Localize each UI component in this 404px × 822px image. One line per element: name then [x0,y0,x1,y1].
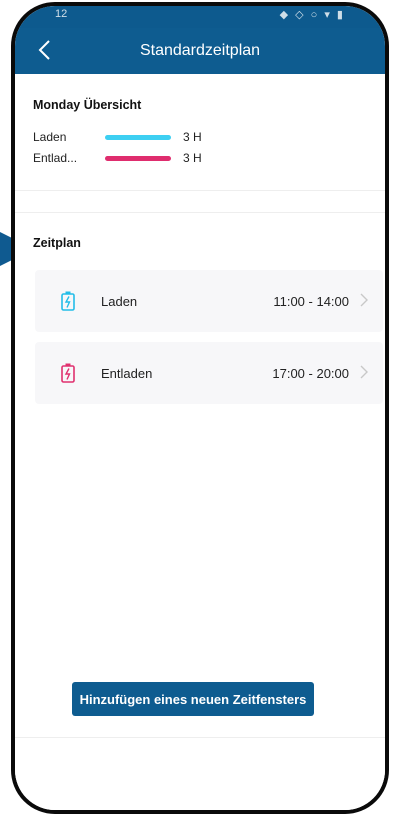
battery-charge-icon [61,291,75,311]
divider [15,190,385,191]
status-icons: ◆ ◇ ○ ▾ ▮ [279,9,345,21]
chevron-right-icon [359,293,369,307]
schedule-item-label: Entladen [101,366,153,381]
add-time-window-button[interactable]: Hinzufügen eines neuen Zeitfensters [72,682,314,716]
overview-title: Monday Übersicht [33,98,142,112]
overview-label: Entlad... [33,151,78,165]
schedule-title: Zeitplan [33,236,81,250]
schedule-item-time: 17:00 - 20:00 [272,366,349,381]
daily-overview: Monday Übersicht Laden 3 H Entlad... 3 H [15,74,385,190]
chevron-right-icon [359,365,369,379]
overview-label: Laden [33,130,67,144]
schedule-item-laden[interactable]: Laden 11:00 - 14:00 [35,270,383,332]
overview-value: 3 H [183,151,202,165]
schedule-item-entladen[interactable]: Entladen 17:00 - 20:00 [35,342,383,404]
footer-divider [15,737,385,738]
overview-value: 3 H [183,130,202,144]
app-bar: Standardzeitplan [15,28,385,74]
schedule-item-time: 11:00 - 14:00 [273,294,349,309]
charge-bar [105,135,171,140]
battery-discharge-icon [61,363,75,383]
status-bar: 12 ◆ ◇ ○ ▾ ▮ [15,6,385,28]
status-time: 12 [55,8,68,20]
page-title: Standardzeitplan [139,42,261,59]
overview-row-entladen: Entlad... 3 H [33,151,333,167]
schedule-item-label: Laden [101,294,138,309]
overview-row-laden: Laden 3 H [33,130,333,146]
divider [15,212,385,213]
discharge-bar [105,156,171,161]
